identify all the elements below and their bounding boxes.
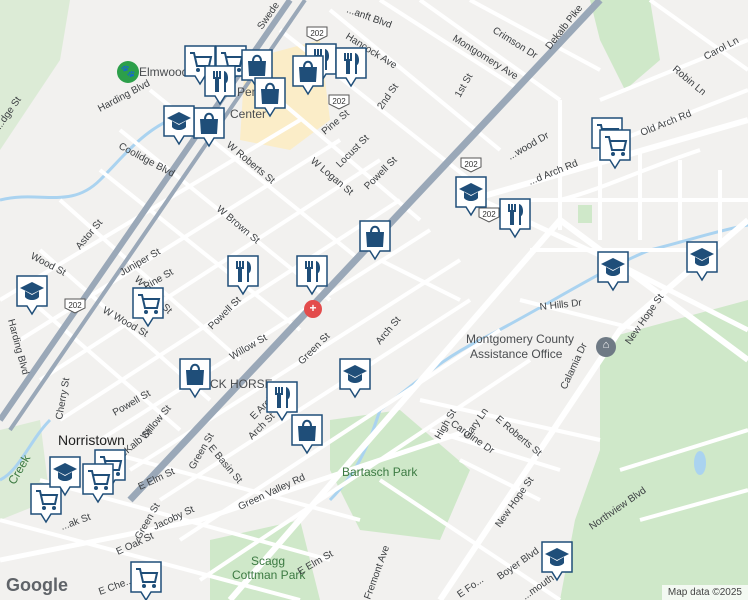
school-marker[interactable] (596, 250, 630, 292)
shopping-marker[interactable] (178, 357, 212, 399)
street-label: N Hills Dr (539, 298, 583, 313)
grocery-marker[interactable] (131, 286, 165, 328)
street-label: Harding Blvd (5, 318, 30, 376)
map-base: Elmwood Park Zoo PennDu Center Montgomer… (0, 0, 748, 600)
school-marker[interactable] (454, 175, 488, 217)
street-label: Arch St (374, 315, 404, 347)
google-logo: Google (6, 575, 68, 595)
black-horse-label: CK HORSE (210, 377, 273, 391)
grocery-marker[interactable] (598, 128, 632, 170)
street-label: Dekalb Pike (544, 3, 586, 52)
school-marker[interactable] (162, 104, 196, 146)
park-label-scagg: Scagg (251, 554, 285, 568)
street-label: ...wood Dr (506, 130, 552, 163)
street-label: Old Arch Rd (639, 108, 693, 138)
shopping-marker[interactable] (358, 219, 392, 261)
street-label: 2nd St (375, 82, 401, 112)
park-label-cottman: Cottman Park (232, 568, 306, 582)
street-label: Coolidge Blvd (117, 141, 177, 180)
school-marker[interactable] (685, 240, 719, 282)
school-marker[interactable] (15, 274, 49, 316)
street-label: Harding Blvd (96, 78, 152, 115)
restaurant-marker[interactable] (226, 254, 260, 296)
route-202-shield: 202 (306, 26, 328, 42)
street-label: Powell St (206, 295, 243, 332)
restaurant-marker[interactable] (295, 254, 329, 296)
street-label: Boyer Blvd (495, 546, 541, 583)
shopping-marker[interactable] (253, 76, 287, 118)
street-label: W Brown St (214, 204, 262, 247)
route-202-shield: 202 (64, 298, 86, 314)
street-label: ...ak St (59, 512, 92, 533)
assistance-label-1: Montgomery County (466, 332, 574, 346)
street-label: 1st St (453, 72, 475, 100)
shopping-marker[interactable] (290, 413, 324, 455)
school-marker[interactable] (48, 455, 82, 497)
street-label: Green St (296, 331, 332, 367)
town-label: Norristown (58, 432, 125, 448)
assistance-label-2: Assistance Office (470, 347, 563, 361)
park-label-bartasch: Bartasch Park (342, 465, 418, 479)
grocery-marker[interactable] (129, 560, 163, 600)
map-canvas[interactable]: Elmwood Park Zoo PennDu Center Montgomer… (0, 0, 748, 600)
school-marker[interactable] (540, 540, 574, 582)
restaurant-marker[interactable] (498, 197, 532, 239)
route-202-shield: 202 (460, 157, 482, 173)
government-building-icon[interactable]: ⌂ (596, 337, 616, 357)
school-marker[interactable] (338, 357, 372, 399)
street-label: Fremont Ave (362, 544, 392, 600)
route-202-shield: 202 (328, 94, 350, 110)
street-label: W Roberts St (224, 140, 277, 187)
shopping-marker[interactable] (291, 54, 325, 96)
hospital-icon[interactable]: + (304, 300, 322, 318)
restaurant-marker[interactable] (334, 46, 368, 88)
restaurant-marker[interactable] (203, 64, 237, 106)
shopping-marker[interactable] (192, 106, 226, 148)
map-attribution[interactable]: Map data ©2025 (661, 585, 748, 600)
zoo-pin-icon[interactable]: 🐾 (117, 61, 139, 83)
street-label: E Fo... (455, 575, 485, 600)
grocery-marker[interactable] (81, 462, 115, 504)
street-label: Robin Ln (670, 64, 708, 98)
